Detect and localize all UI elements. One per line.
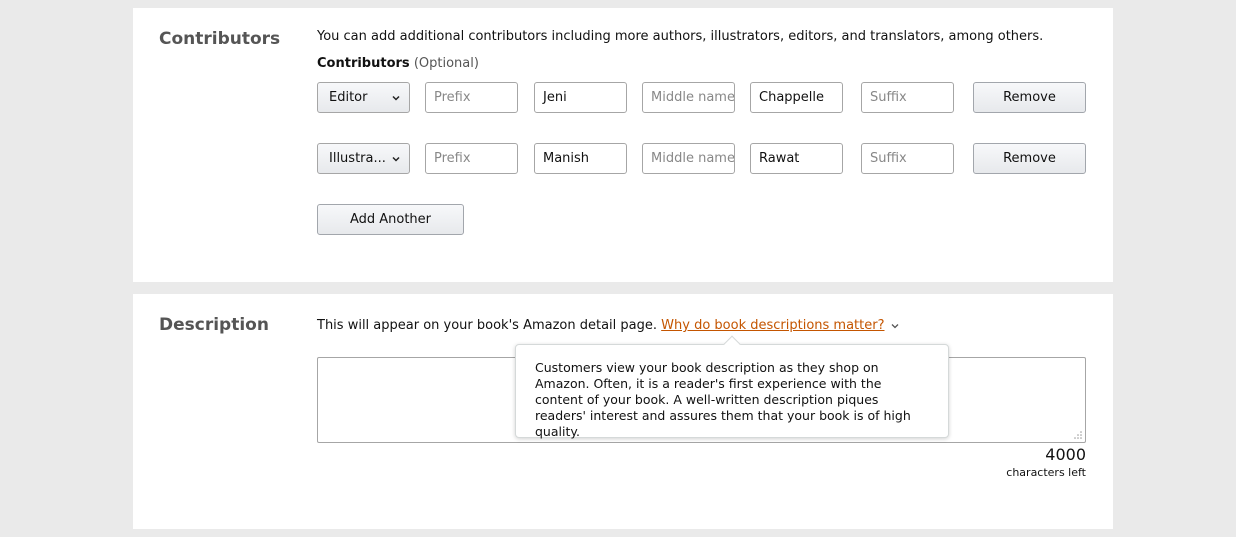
contributors-heading: Contributors bbox=[159, 29, 281, 49]
contributors-section: Contributors You can add additional cont… bbox=[133, 8, 1113, 282]
suffix-input-2[interactable]: Suffix bbox=[861, 143, 954, 174]
description-tooltip: Customers view your book description as … bbox=[515, 344, 949, 439]
prefix-input-2[interactable]: Prefix bbox=[425, 143, 518, 174]
resize-grip-icon[interactable] bbox=[1074, 431, 1082, 439]
prefix-input-1[interactable]: Prefix bbox=[425, 82, 518, 113]
characters-left-count: 4000 bbox=[1045, 445, 1086, 464]
contributors-label: Contributors (Optional) bbox=[317, 56, 479, 71]
last-name-input-1[interactable]: Chappelle bbox=[750, 82, 843, 113]
suffix-input-1[interactable]: Suffix bbox=[861, 82, 954, 113]
remove-button-1[interactable]: Remove bbox=[973, 82, 1086, 113]
chevron-down-icon bbox=[891, 323, 898, 328]
optional-label: (Optional) bbox=[413, 56, 479, 71]
contributors-label-text: Contributors bbox=[317, 56, 410, 71]
chevron-down-icon bbox=[392, 95, 400, 101]
remove-button-2[interactable]: Remove bbox=[973, 143, 1086, 174]
description-heading: Description bbox=[159, 315, 269, 335]
role-value-1: Editor bbox=[329, 90, 368, 105]
characters-left-label: characters left bbox=[1006, 466, 1086, 479]
first-name-input-2[interactable]: Manish bbox=[534, 143, 627, 174]
add-another-button[interactable]: Add Another bbox=[317, 204, 464, 235]
role-value-2: Illustra... bbox=[329, 151, 386, 166]
contributors-intro: You can add additional contributors incl… bbox=[317, 29, 1044, 44]
first-name-input-1[interactable]: Jeni bbox=[534, 82, 627, 113]
middle-name-input-2[interactable]: Middle name bbox=[642, 143, 735, 174]
last-name-input-2[interactable]: Rawat bbox=[750, 143, 843, 174]
chevron-down-icon bbox=[392, 156, 400, 162]
middle-name-input-1[interactable]: Middle name bbox=[642, 82, 735, 113]
description-intro-text: This will appear on your book's Amazon d… bbox=[317, 318, 658, 333]
contributor-role-select-2[interactable]: Illustra... bbox=[317, 143, 410, 174]
tooltip-text: Customers view your book description as … bbox=[535, 360, 911, 439]
description-intro: This will appear on your book's Amazon d… bbox=[317, 318, 899, 333]
why-descriptions-link[interactable]: Why do book descriptions matter? bbox=[661, 318, 884, 333]
contributor-role-select-1[interactable]: Editor bbox=[317, 82, 410, 113]
